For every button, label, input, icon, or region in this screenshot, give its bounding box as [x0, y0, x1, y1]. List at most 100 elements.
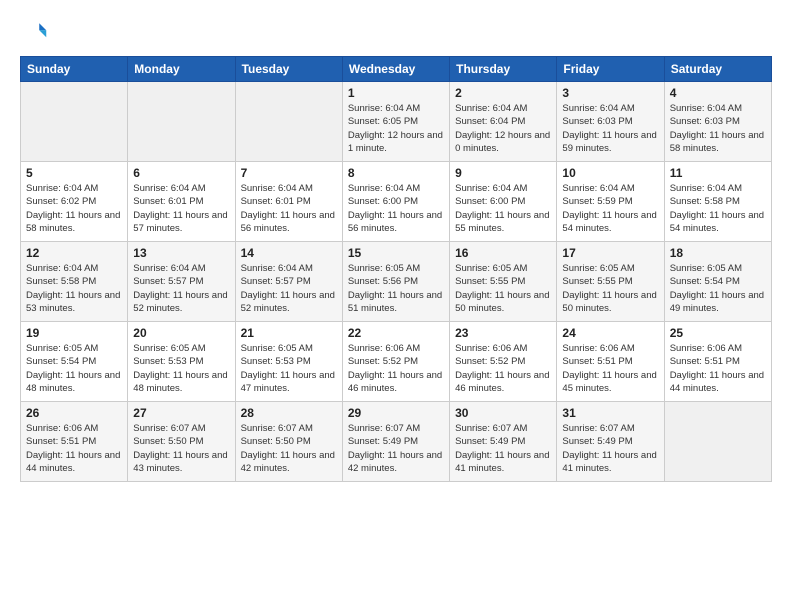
day-info: Sunrise: 6:04 AMSunset: 5:57 PMDaylight:…: [241, 262, 337, 315]
day-info: Sunrise: 6:07 AMSunset: 5:49 PMDaylight:…: [348, 422, 444, 475]
calendar-cell: 9 Sunrise: 6:04 AMSunset: 6:00 PMDaylight…: [450, 162, 557, 242]
day-number: 29: [348, 406, 444, 420]
weekday-thursday: Thursday: [450, 57, 557, 82]
day-number: 28: [241, 406, 337, 420]
logo-icon: [20, 18, 48, 46]
day-info: Sunrise: 6:05 AMSunset: 5:53 PMDaylight:…: [241, 342, 337, 395]
day-info: Sunrise: 6:04 AMSunset: 5:58 PMDaylight:…: [26, 262, 122, 315]
calendar-cell: 23 Sunrise: 6:06 AMSunset: 5:52 PMDayligh…: [450, 322, 557, 402]
calendar-cell: 12 Sunrise: 6:04 AMSunset: 5:58 PMDayligh…: [21, 242, 128, 322]
day-info: Sunrise: 6:06 AMSunset: 5:51 PMDaylight:…: [670, 342, 766, 395]
weekday-wednesday: Wednesday: [342, 57, 449, 82]
calendar-cell: 13 Sunrise: 6:04 AMSunset: 5:57 PMDayligh…: [128, 242, 235, 322]
day-number: 8: [348, 166, 444, 180]
calendar-cell: 8 Sunrise: 6:04 AMSunset: 6:00 PMDaylight…: [342, 162, 449, 242]
day-number: 6: [133, 166, 229, 180]
page: SundayMondayTuesdayWednesdayThursdayFrid…: [0, 0, 792, 612]
day-info: Sunrise: 6:04 AMSunset: 6:03 PMDaylight:…: [562, 102, 658, 155]
day-info: Sunrise: 6:05 AMSunset: 5:56 PMDaylight:…: [348, 262, 444, 315]
calendar-cell: [21, 82, 128, 162]
day-info: Sunrise: 6:06 AMSunset: 5:52 PMDaylight:…: [348, 342, 444, 395]
calendar-cell: 30Sunrise: 6:07 AMSunset: 5:49 PMDayligh…: [450, 402, 557, 482]
calendar-cell: 10Sunrise: 6:04 AMSunset: 5:59 PMDayligh…: [557, 162, 664, 242]
day-number: 4: [670, 86, 766, 100]
day-number: 24: [562, 326, 658, 340]
day-number: 1: [348, 86, 444, 100]
calendar-cell: 4 Sunrise: 6:04 AMSunset: 6:03 PMDaylight…: [664, 82, 771, 162]
header: [20, 18, 772, 46]
day-number: 13: [133, 246, 229, 260]
day-number: 21: [241, 326, 337, 340]
day-info: Sunrise: 6:04 AMSunset: 5:59 PMDaylight:…: [562, 182, 658, 235]
day-number: 2: [455, 86, 551, 100]
weekday-friday: Friday: [557, 57, 664, 82]
calendar-cell: 15 Sunrise: 6:05 AMSunset: 5:56 PMDayligh…: [342, 242, 449, 322]
calendar-cell: 24 Sunrise: 6:06 AMSunset: 5:51 PMDayligh…: [557, 322, 664, 402]
calendar-cell: [235, 82, 342, 162]
day-info: Sunrise: 6:04 AMSunset: 6:04 PMDaylight:…: [455, 102, 551, 155]
day-info: Sunrise: 6:04 AMSunset: 6:00 PMDaylight:…: [348, 182, 444, 235]
calendar-header: SundayMondayTuesdayWednesdayThursdayFrid…: [21, 57, 772, 82]
day-number: 26: [26, 406, 122, 420]
calendar-cell: 22 Sunrise: 6:06 AMSunset: 5:52 PMDayligh…: [342, 322, 449, 402]
calendar-cell: 2 Sunrise: 6:04 AMSunset: 6:04 PMDaylight…: [450, 82, 557, 162]
day-info: Sunrise: 6:04 AMSunset: 6:02 PMDaylight:…: [26, 182, 122, 235]
day-info: Sunrise: 6:06 AMSunset: 5:51 PMDaylight:…: [26, 422, 122, 475]
day-number: 5: [26, 166, 122, 180]
weekday-sunday: Sunday: [21, 57, 128, 82]
calendar-cell: 17 Sunrise: 6:05 AMSunset: 5:55 PMDayligh…: [557, 242, 664, 322]
day-info: Sunrise: 6:07 AMSunset: 5:49 PMDaylight:…: [562, 422, 658, 475]
day-info: Sunrise: 6:06 AMSunset: 5:51 PMDaylight:…: [562, 342, 658, 395]
day-number: 9: [455, 166, 551, 180]
day-number: 18: [670, 246, 766, 260]
day-number: 11: [670, 166, 766, 180]
day-number: 31: [562, 406, 658, 420]
day-number: 15: [348, 246, 444, 260]
day-info: Sunrise: 6:04 AMSunset: 6:01 PMDaylight:…: [241, 182, 337, 235]
day-number: 16: [455, 246, 551, 260]
day-info: Sunrise: 6:05 AMSunset: 5:53 PMDaylight:…: [133, 342, 229, 395]
day-number: 20: [133, 326, 229, 340]
day-number: 7: [241, 166, 337, 180]
day-info: Sunrise: 6:04 AMSunset: 6:05 PMDaylight:…: [348, 102, 444, 155]
day-info: Sunrise: 6:05 AMSunset: 5:55 PMDaylight:…: [455, 262, 551, 315]
calendar-body: 1 Sunrise: 6:04 AMSunset: 6:05 PMDaylight…: [21, 82, 772, 482]
day-number: 3: [562, 86, 658, 100]
calendar-cell: 16 Sunrise: 6:05 AMSunset: 5:55 PMDayligh…: [450, 242, 557, 322]
calendar-cell: 1 Sunrise: 6:04 AMSunset: 6:05 PMDaylight…: [342, 82, 449, 162]
day-info: Sunrise: 6:04 AMSunset: 6:03 PMDaylight:…: [670, 102, 766, 155]
day-info: Sunrise: 6:04 AMSunset: 6:01 PMDaylight:…: [133, 182, 229, 235]
calendar-cell: 21 Sunrise: 6:05 AMSunset: 5:53 PMDayligh…: [235, 322, 342, 402]
calendar-cell: 11Sunrise: 6:04 AMSunset: 5:58 PMDayligh…: [664, 162, 771, 242]
day-info: Sunrise: 6:04 AMSunset: 6:00 PMDaylight:…: [455, 182, 551, 235]
day-info: Sunrise: 6:05 AMSunset: 5:54 PMDaylight:…: [670, 262, 766, 315]
day-number: 17: [562, 246, 658, 260]
logo: [20, 18, 52, 46]
calendar-cell: 18 Sunrise: 6:05 AMSunset: 5:54 PMDayligh…: [664, 242, 771, 322]
calendar-cell: 25Sunrise: 6:06 AMSunset: 5:51 PMDayligh…: [664, 322, 771, 402]
day-number: 22: [348, 326, 444, 340]
weekday-monday: Monday: [128, 57, 235, 82]
day-info: Sunrise: 6:06 AMSunset: 5:52 PMDaylight:…: [455, 342, 551, 395]
calendar-cell: [128, 82, 235, 162]
day-number: 23: [455, 326, 551, 340]
day-number: 14: [241, 246, 337, 260]
calendar-cell: 7 Sunrise: 6:04 AMSunset: 6:01 PMDaylight…: [235, 162, 342, 242]
day-info: Sunrise: 6:07 AMSunset: 5:50 PMDaylight:…: [241, 422, 337, 475]
weekday-saturday: Saturday: [664, 57, 771, 82]
day-info: Sunrise: 6:05 AMSunset: 5:55 PMDaylight:…: [562, 262, 658, 315]
day-number: 12: [26, 246, 122, 260]
calendar-table: SundayMondayTuesdayWednesdayThursdayFrid…: [20, 56, 772, 482]
weekday-tuesday: Tuesday: [235, 57, 342, 82]
day-number: 30: [455, 406, 551, 420]
calendar-cell: 27 Sunrise: 6:07 AMSunset: 5:50 PMDayligh…: [128, 402, 235, 482]
day-number: 27: [133, 406, 229, 420]
day-info: Sunrise: 6:04 AMSunset: 5:57 PMDaylight:…: [133, 262, 229, 315]
day-info: Sunrise: 6:05 AMSunset: 5:54 PMDaylight:…: [26, 342, 122, 395]
calendar-cell: 28 Sunrise: 6:07 AMSunset: 5:50 PMDayligh…: [235, 402, 342, 482]
calendar-cell: 6 Sunrise: 6:04 AMSunset: 6:01 PMDaylight…: [128, 162, 235, 242]
day-info: Sunrise: 6:07 AMSunset: 5:50 PMDaylight:…: [133, 422, 229, 475]
calendar-cell: 19 Sunrise: 6:05 AMSunset: 5:54 PMDayligh…: [21, 322, 128, 402]
calendar-cell: 26 Sunrise: 6:06 AMSunset: 5:51 PMDayligh…: [21, 402, 128, 482]
day-number: 19: [26, 326, 122, 340]
